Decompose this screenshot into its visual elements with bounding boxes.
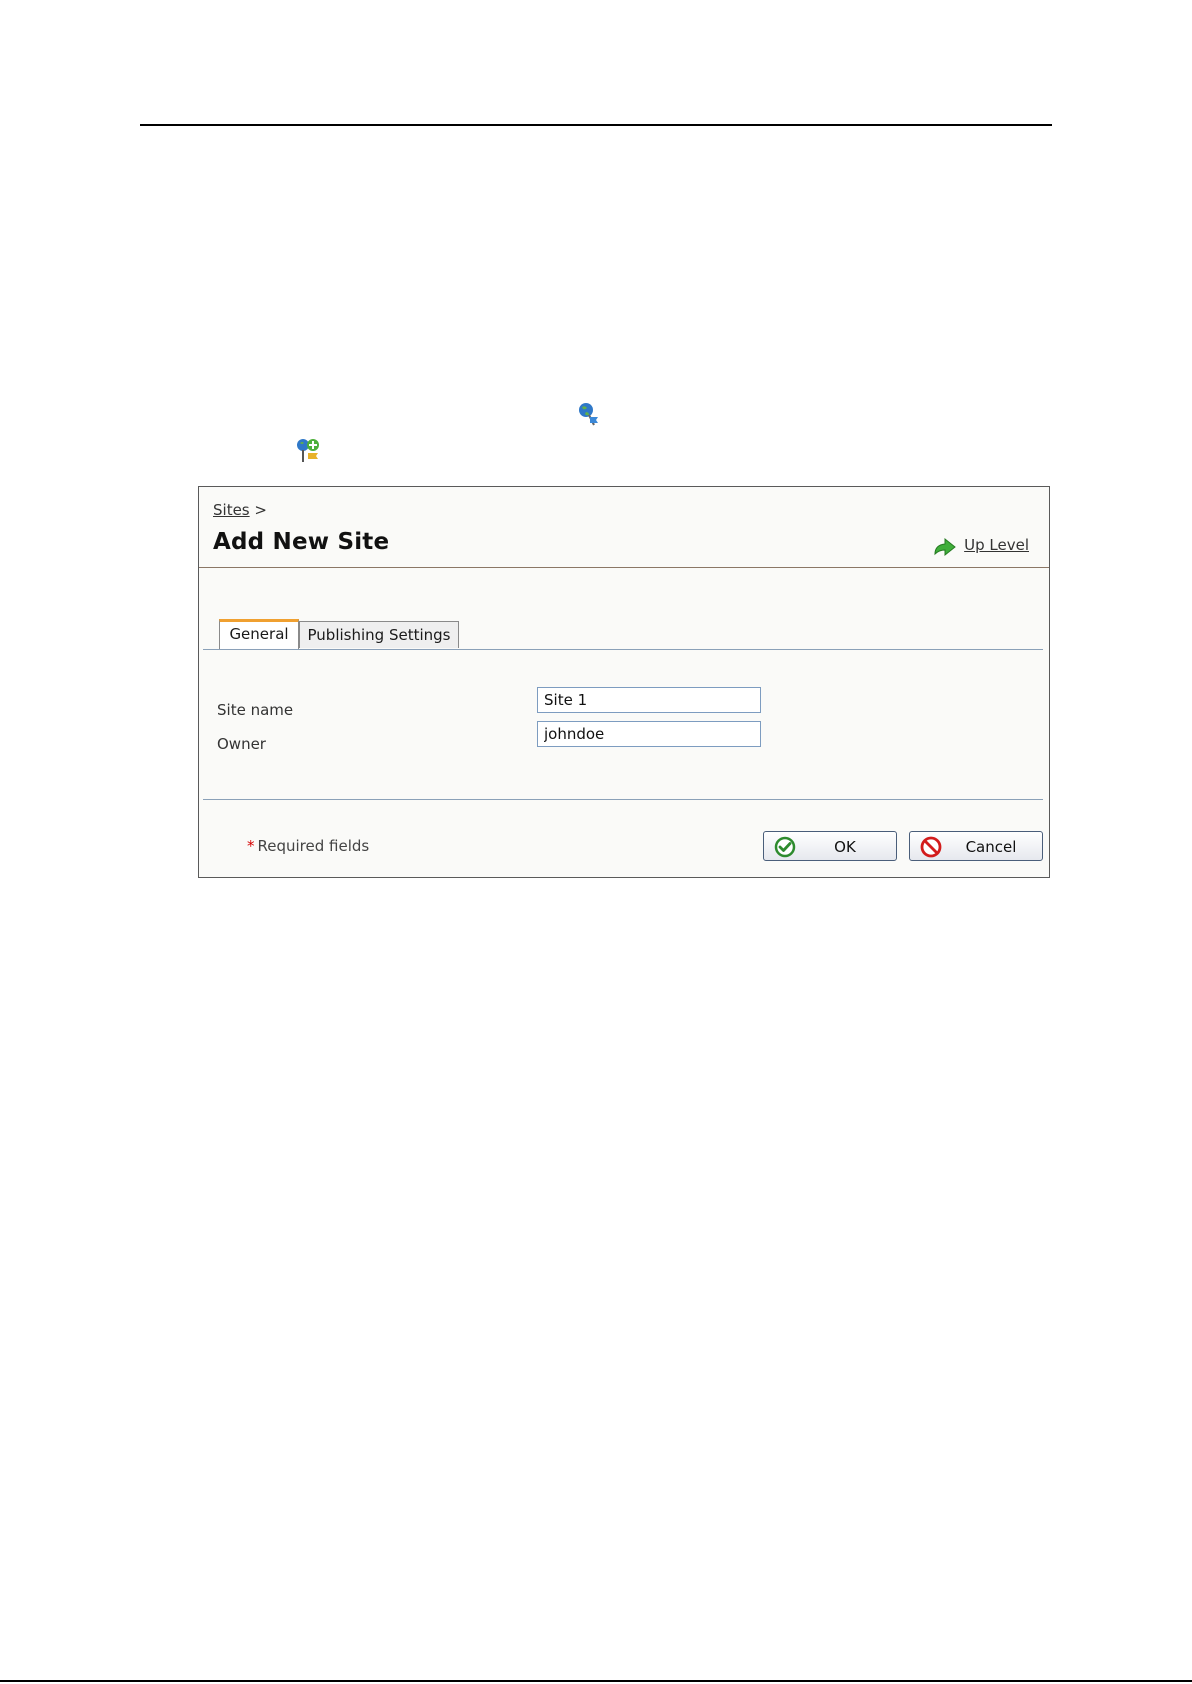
footer-divider <box>203 799 1043 800</box>
required-fields-note: * Required fields <box>247 837 369 855</box>
check-circle-icon <box>774 836 796 858</box>
site-name-label: Site name <box>217 701 294 719</box>
required-fields-text: Required fields <box>257 837 370 855</box>
page-title: Add New Site <box>213 529 390 555</box>
add-site-icon <box>297 439 319 462</box>
tab-publishing-settings[interactable]: Publishing Settings <box>299 621 459 648</box>
page-top-rule <box>140 124 1052 126</box>
ok-button[interactable]: OK <box>763 831 897 861</box>
tab-general[interactable]: General <box>219 619 299 649</box>
add-site-panel: Sites > Add New Site Up Level General Pu… <box>198 486 1050 878</box>
owner-label: Owner <box>217 735 266 753</box>
up-level-link[interactable]: Up Level <box>932 533 1029 557</box>
no-entry-icon <box>920 836 942 858</box>
ok-button-label: OK <box>834 838 856 856</box>
up-level-label: Up Level <box>964 536 1029 554</box>
cancel-button-label: Cancel <box>965 838 1017 856</box>
page-bottom-rule <box>0 1680 1192 1682</box>
owner-input[interactable] <box>537 721 761 747</box>
sites-globe-icon <box>579 403 598 426</box>
tab-bar: General Publishing Settings <box>203 617 1043 650</box>
breadcrumb: Sites > <box>213 501 267 519</box>
up-arrow-icon <box>934 537 956 557</box>
cancel-button[interactable]: Cancel <box>909 831 1043 861</box>
breadcrumb-sites-link[interactable]: Sites <box>213 501 250 519</box>
required-star: * <box>247 837 255 855</box>
site-name-input[interactable] <box>537 687 761 713</box>
panel-header: Sites > Add New Site Up Level <box>199 487 1049 568</box>
breadcrumb-separator: > <box>254 501 267 519</box>
